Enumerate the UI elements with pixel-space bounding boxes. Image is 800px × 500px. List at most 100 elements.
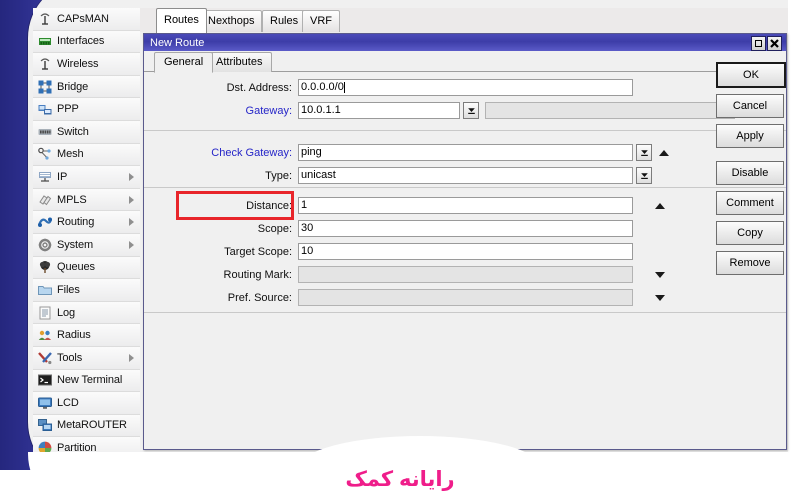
ip-icon <box>38 170 52 184</box>
chevron-right-icon <box>129 218 134 227</box>
form-row: Gateway: 10.0.1.1 <box>144 101 752 120</box>
field-input-distance[interactable]: 1 <box>298 197 633 214</box>
field-label: Scope: <box>257 222 292 235</box>
dropdown-arrow-icon[interactable] <box>463 102 479 119</box>
sidebar-item-label: Log <box>57 306 76 319</box>
dialog-tab-attributes[interactable]: Attributes <box>206 52 273 72</box>
text-caret <box>343 82 345 93</box>
close-icon[interactable] <box>767 36 782 51</box>
radius-icon <box>38 328 52 342</box>
antenna-icon <box>38 57 52 71</box>
monitor-icon <box>38 396 52 410</box>
sidebar-item-ppp[interactable]: PPP <box>33 98 140 121</box>
sidebar-item-ip[interactable]: IP <box>33 166 140 189</box>
terminal-icon <box>38 373 52 387</box>
sidebar-item-mpls[interactable]: MPLS <box>33 188 140 212</box>
sidebar-item-files[interactable]: Files <box>33 279 140 302</box>
new-route-dialog: New Route General Attributes Dst. Address… <box>143 33 787 494</box>
form-separator <box>144 312 786 313</box>
sidebar-item-radius[interactable]: Radius <box>33 324 140 347</box>
dropdown-arrow-icon[interactable] <box>636 167 652 184</box>
sidebar-item-label: System <box>57 238 94 251</box>
field-input-routing-mark[interactable] <box>298 266 633 283</box>
sidebar-item-label: PPP <box>57 103 79 116</box>
mpls-icon <box>38 193 52 207</box>
add-field-up-icon[interactable] <box>655 202 665 209</box>
sidebar-item-label: Routing <box>57 216 95 229</box>
dialog-title-text: New Route <box>150 36 205 49</box>
tab-rules[interactable]: Rules <box>262 10 307 32</box>
field-label: Dst. Address: <box>226 81 292 94</box>
field-value: 10.0.1.1 <box>301 104 341 116</box>
folder-icon <box>38 283 52 297</box>
add-field-down-icon[interactable] <box>655 294 665 301</box>
sidebar-item-queues[interactable]: Queues <box>33 256 140 280</box>
sidebar-item-label: Mesh <box>57 148 84 161</box>
chevron-right-icon <box>129 240 134 249</box>
disable-button[interactable]: Disable <box>716 161 784 185</box>
dialog-title-bar[interactable]: New Route <box>144 34 786 51</box>
field-input-check-gateway[interactable]: ping <box>298 144 633 161</box>
field-input-type[interactable]: unicast <box>298 167 633 184</box>
main-content: Routes Nexthops Rules VRF New Route General… <box>140 8 788 494</box>
comment-button[interactable]: Comment <box>716 191 784 215</box>
field-label: Check Gateway: <box>211 146 292 159</box>
sidebar-menu: CAPsMAN Interfaces Wireless Bridge PPP Switch… <box>33 8 141 468</box>
field-input-dst-address[interactable]: 0.0.0.0/0 <box>298 79 633 96</box>
add-field-up-icon[interactable] <box>659 149 669 156</box>
form-separator <box>144 130 786 131</box>
field-value: 0.0.0.0/0 <box>301 81 344 93</box>
dialog-tab-general[interactable]: General <box>154 52 214 73</box>
form-row: Check Gateway: ping <box>144 143 669 162</box>
ok-button[interactable]: OK <box>716 62 786 88</box>
sidebar-item-label: New Terminal <box>57 374 123 387</box>
field-label: Pref. Source: <box>227 291 292 304</box>
sidebar-item-label: IP <box>57 170 68 183</box>
app-window: CAPsMAN Interfaces Wireless Bridge PPP Switch… <box>0 0 800 500</box>
sidebar-item-routing[interactable]: Routing <box>33 211 140 234</box>
sidebar-item-label: Bridge <box>57 80 89 93</box>
field-label: Distance: <box>246 199 292 212</box>
form-row: Type: unicast <box>144 166 652 185</box>
sidebar-item-system[interactable]: System <box>33 233 140 257</box>
sidebar-item-label: Radius <box>57 329 91 342</box>
add-field-down-icon[interactable] <box>655 271 665 278</box>
form-row: Scope: 30 <box>144 219 633 238</box>
field-input-gateway-secondary[interactable] <box>485 102 735 119</box>
copy-button[interactable]: Copy <box>716 221 784 245</box>
sidebar-item-tools[interactable]: Tools <box>33 346 140 370</box>
field-input-gateway[interactable]: 10.0.1.1 <box>298 102 460 119</box>
sidebar-item-bridge[interactable]: Bridge <box>33 75 140 99</box>
sidebar-item-log[interactable]: Log <box>33 301 140 325</box>
maximize-icon[interactable] <box>751 36 766 51</box>
form-row: Pref. Source: <box>144 288 665 307</box>
cancel-button[interactable]: Cancel <box>716 94 784 118</box>
field-label: Gateway: <box>245 104 292 117</box>
field-label: Type: <box>265 169 292 182</box>
remove-button[interactable]: Remove <box>716 251 784 275</box>
sidebar-item-interfaces[interactable]: Interfaces <box>33 30 140 54</box>
sidebar-item-label: CAPsMAN <box>57 12 109 25</box>
field-input-target-scope[interactable]: 10 <box>298 243 633 260</box>
mesh-icon <box>38 147 52 161</box>
sidebar-item-switch[interactable]: Switch <box>33 120 140 144</box>
sidebar-item-label: MetaROUTER <box>57 419 127 432</box>
tab-nexthops[interactable]: Nexthops <box>200 10 263 32</box>
sidebar-item-metarouter[interactable]: MetaROUTER <box>33 414 140 438</box>
field-input-pref-source[interactable] <box>298 289 633 306</box>
sidebar-item-capsman[interactable]: CAPsMAN <box>33 8 140 31</box>
dropdown-arrow-icon[interactable] <box>636 144 652 161</box>
sidebar-item-new-terminal[interactable]: New Terminal <box>33 369 140 393</box>
sidebar-item-wireless[interactable]: Wireless <box>33 53 140 76</box>
dialog-action-buttons: OK Cancel Apply Disable Comment Copy Remove <box>716 62 786 281</box>
queues-icon <box>38 260 52 274</box>
sidebar-item-lcd[interactable]: LCD <box>33 392 140 415</box>
metarouter-icon <box>38 418 52 432</box>
gear-icon <box>38 238 52 252</box>
tab-vrf[interactable]: VRF <box>302 10 340 32</box>
sidebar-item-mesh[interactable]: Mesh <box>33 143 140 167</box>
field-input-scope[interactable]: 30 <box>298 220 633 237</box>
apply-button[interactable]: Apply <box>716 124 784 148</box>
tab-routes[interactable]: Routes <box>156 8 207 33</box>
form-separator <box>144 187 786 188</box>
